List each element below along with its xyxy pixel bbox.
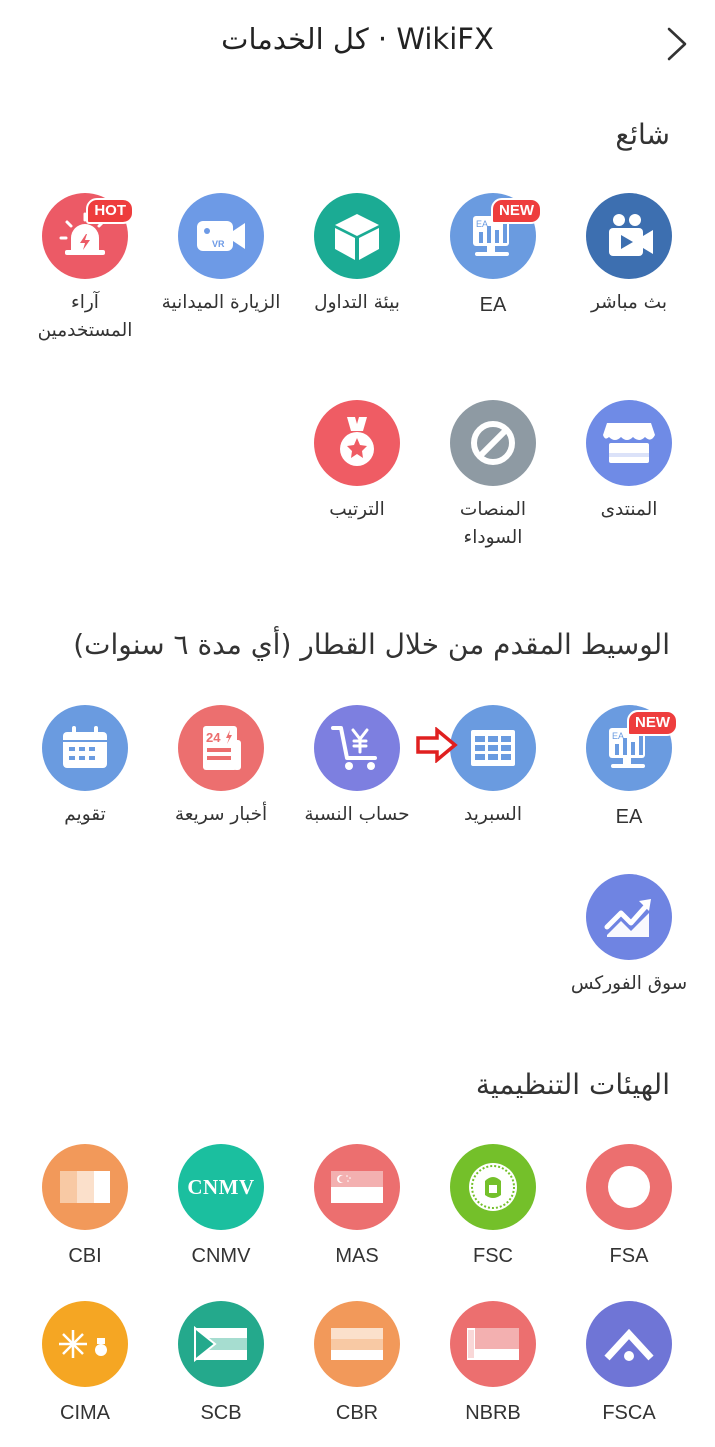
cayman-flag-icon [42,1301,128,1387]
service-label: تقويم [64,804,106,825]
svg-text:EA: EA [612,731,624,741]
service-label: المنصات السوداء [459,499,527,548]
regulator-fsa[interactable]: FSA [561,1144,697,1270]
cube-icon [314,193,400,279]
vr-camera-icon: VR [178,193,264,279]
service-label: EA [479,294,507,316]
bahamas-flag-icon [178,1301,264,1387]
section-title-popular: شائع [615,118,670,151]
table-grid-icon [450,705,536,791]
news-24-icon: 24 [178,705,264,791]
ea-chart-icon: EA NEW [586,705,678,791]
regulator-cbr[interactable]: CBR [289,1301,425,1427]
regulator-label: FSCA [602,1402,656,1424]
storefront-icon [586,400,672,486]
service-label: آراء المستخدمين [37,292,133,341]
regulator-label: CNMV [191,1245,251,1267]
regulator-label: NBRB [465,1402,521,1424]
singapore-flag-icon [314,1144,400,1230]
hot-badge: HOT [86,198,134,224]
regulator-label: CBR [335,1402,379,1424]
service-calendar[interactable]: تقويم [17,705,153,829]
new-badge: NEW [491,198,542,224]
regulator-label: SCB [200,1402,242,1424]
ea-chart-icon: EA NEW [450,193,542,279]
yen-cart-icon [314,705,400,791]
fsc-seal-icon [450,1144,536,1230]
regulator-fsc[interactable]: FSC [425,1144,561,1270]
fsca-logo-icon [586,1301,672,1387]
regulator-label: FSC [473,1245,513,1267]
service-label: EA [615,806,643,828]
service-user-reviews[interactable]: HOT آراء المستخدمين [17,193,153,345]
page-title: كل الخدمات · WikiFX [221,22,494,56]
service-forex-market[interactable]: سوق الفوركس [561,874,697,998]
service-spread[interactable]: السبريد [425,705,561,829]
service-flash-news[interactable]: 24 أخبار سريعة [153,705,289,829]
fsa-logo-icon [586,1144,672,1230]
service-live-stream[interactable]: بث مباشر [561,193,697,317]
new-badge: NEW [627,710,678,736]
regulator-fsca[interactable]: FSCA [561,1301,697,1427]
regulator-cnmv[interactable]: CNMV CNMV [153,1144,289,1270]
regulator-cbi[interactable]: CBI [17,1144,153,1270]
service-label: حساب النسبة [304,804,410,825]
regulator-label: FSA [609,1245,649,1267]
medal-icon [314,400,400,486]
service-label: سوق الفوركس [570,973,688,994]
russia-flag-icon [314,1301,400,1387]
video-camera-icon [586,193,672,279]
service-label: السبريد [464,804,522,825]
top-bar: كل الخدمات · WikiFX [0,0,715,86]
service-label: المنتدى [600,499,658,520]
arrow-right-icon [416,727,458,763]
service-field-visit[interactable]: VR الزيارة الميدانية [153,193,289,317]
section-title-advanced: الوسيط المقدم من خلال القطار (أي مدة ٦ س… [73,628,670,661]
regulator-label: CIMA [60,1402,110,1424]
section-title-regulators: الهيئات التنظيمية [475,1068,670,1101]
regulator-nbrb[interactable]: NBRB [425,1301,561,1427]
svg-text:EA: EA [476,219,488,229]
ireland-flag-icon [42,1144,128,1230]
chevron-right-icon[interactable] [661,26,693,62]
alarm-light-icon: HOT [42,193,134,279]
service-margin-calc[interactable]: حساب النسبة [289,705,425,829]
service-label: الزيارة الميدانية [161,292,281,313]
service-ea[interactable]: EA NEW EA [425,193,561,319]
belarus-flag-icon [450,1301,536,1387]
regulator-label: CBI [68,1245,102,1267]
service-forum[interactable]: المنتدى [561,400,697,524]
svg-text:24: 24 [206,730,221,745]
service-label: الترتيب [329,499,385,520]
cnmv-text-icon: CNMV [178,1144,264,1230]
regulator-mas[interactable]: MAS [289,1144,425,1270]
service-label: بيئة التداول [314,292,400,313]
blocked-icon [450,400,536,486]
service-label: بث مباشر [590,292,668,313]
service-trading-environment[interactable]: بيئة التداول [289,193,425,317]
calendar-icon [42,705,128,791]
trend-up-icon [586,874,672,960]
regulator-cima[interactable]: CIMA [17,1301,153,1427]
regulator-label: MAS [335,1245,379,1267]
regulator-scb[interactable]: SCB [153,1301,289,1427]
svg-text:VR: VR [212,239,225,249]
service-label: أخبار سريعة [174,804,268,825]
service-ranking[interactable]: الترتيب [289,400,425,524]
service-blacklist[interactable]: المنصات السوداء [425,400,561,552]
service-ea-advanced[interactable]: EA NEW EA [561,705,697,831]
